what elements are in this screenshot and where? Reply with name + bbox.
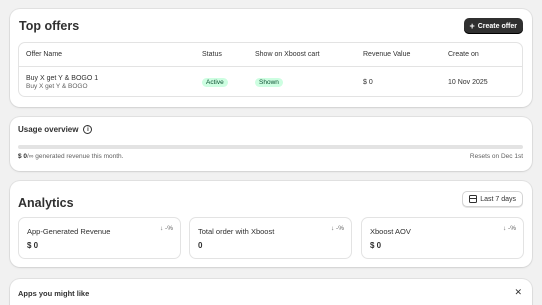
date-range-label: Last 7 days [480, 195, 516, 203]
analytics-title: Analytics [18, 196, 74, 210]
table-header: Offer Name Status Show on Xboost cart Re… [19, 43, 522, 67]
analytics-card: Analytics Last 7 days App-Generated Reve… [10, 181, 532, 267]
offer-name: Buy X get Y & BOGO 1 [26, 74, 99, 82]
top-offers-card: Top offers + Create offer Offer Name Sta… [10, 9, 532, 107]
top-offers-title: Top offers [19, 19, 80, 33]
create-offer-label: Create offer [477, 22, 517, 30]
metric-label: Xboost AOV [370, 227, 411, 236]
calendar-icon [469, 195, 478, 203]
table-row[interactable]: Buy X get Y & BOGO 1 Buy X get Y & BOGO … [19, 67, 522, 96]
usage-overview-card: Usage overview i $ 0/∞ generated revenue… [10, 117, 532, 171]
plus-icon: + [469, 20, 475, 31]
usage-summary: $ 0/∞ generated revenue this month. [18, 153, 123, 160]
close-icon[interactable]: ✕ [514, 287, 522, 298]
metric-value: $ 0 [27, 241, 39, 250]
info-icon[interactable]: i [83, 125, 93, 134]
metric-delta: ↓ -% [331, 225, 344, 232]
metric-delta: ↓ -% [503, 225, 516, 232]
metric-card-aov: Xboost AOV $ 0 ↓ -% [361, 217, 524, 259]
usage-overview-title: Usage overview [18, 125, 79, 134]
offer-name-cell: Buy X get Y & BOGO 1 Buy X get Y & BOGO [26, 67, 99, 96]
column-header-revenue: Revenue Value [363, 51, 411, 58]
usage-progress-bar [18, 145, 523, 149]
date-range-button[interactable]: Last 7 days [462, 191, 523, 207]
metric-label: App-Generated Revenue [27, 227, 111, 236]
revenue-value: $ 0 [363, 78, 373, 86]
column-header-status: Status [202, 51, 222, 58]
metric-card-revenue: App-Generated Revenue $ 0 ↓ -% [18, 217, 181, 259]
metric-label: Total order with Xboost [198, 227, 275, 236]
usage-amount: $ 0 [18, 153, 28, 160]
offer-type: Buy X get Y & BOGO [26, 82, 88, 90]
dashboard-page: Top offers + Create offer Offer Name Sta… [0, 0, 542, 305]
metric-value: 0 [198, 241, 203, 250]
column-header-show-on-cart: Show on Xboost cart [255, 51, 320, 58]
cart-visibility-badge: Shown [255, 77, 283, 87]
create-offer-button[interactable]: + Create offer [464, 18, 523, 34]
offers-table: Offer Name Status Show on Xboost cart Re… [18, 42, 523, 97]
apps-title: Apps you might like [18, 289, 90, 298]
metric-delta: ↓ -% [160, 225, 173, 232]
metric-value: $ 0 [370, 241, 382, 250]
status-cell: Active [202, 67, 228, 96]
status-badge: Active [202, 77, 228, 87]
created-date: 10 Nov 2025 [448, 78, 488, 86]
cart-visibility-cell: Shown [255, 67, 283, 96]
metric-card-orders: Total order with Xboost 0 ↓ -% [189, 217, 352, 259]
column-header-offer-name: Offer Name [26, 51, 63, 58]
usage-reset-text: Resets on Dec 1st [469, 153, 523, 160]
usage-overview-header: Usage overview i [18, 125, 93, 134]
usage-amount-suffix: /∞ generated revenue this month. [27, 153, 124, 160]
apps-you-might-like-card: Apps you might like ✕ [10, 279, 532, 305]
column-header-created: Create on [448, 51, 479, 58]
